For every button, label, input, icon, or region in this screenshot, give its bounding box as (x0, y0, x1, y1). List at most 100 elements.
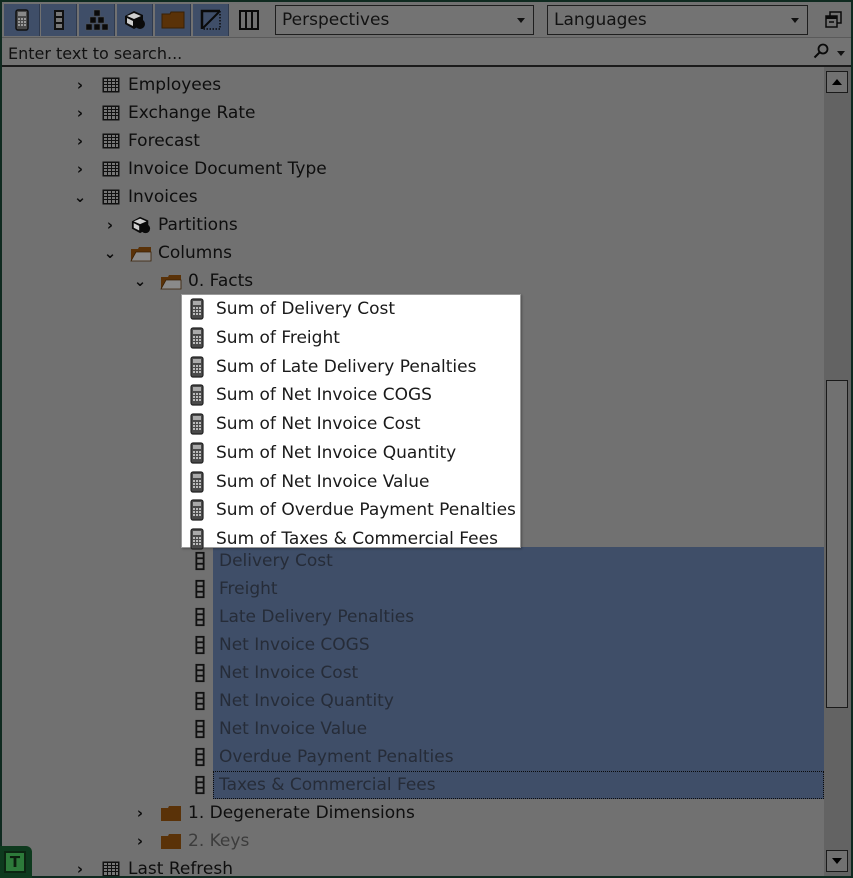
expand-chevron-icon[interactable]: › (72, 104, 88, 122)
popup-item-label: Sum of Delivery Cost (216, 299, 396, 320)
popup-item-label: Sum of Net Invoice Cost (216, 414, 421, 435)
tree-item-last-refresh[interactable]: › Last Refresh (2, 855, 824, 876)
tree-item-exchange-rate[interactable]: › Exchange Rate (2, 99, 824, 127)
expand-chevron-icon[interactable]: › (72, 860, 88, 876)
tree-item-columns[interactable]: ⌄ Columns (2, 239, 824, 267)
column-icon (188, 663, 212, 683)
tree-item-label: 2. Keys (188, 831, 250, 851)
calculator-icon (190, 327, 206, 349)
search-input[interactable] (6, 40, 800, 66)
tree-item-invoice-document-type[interactable]: › Invoice Document Type (2, 155, 824, 183)
tree-item-label: Last Refresh (128, 859, 234, 876)
scroll-up-button[interactable] (826, 71, 848, 93)
expand-chevron-icon[interactable]: › (102, 216, 118, 234)
calculator-icon (14, 9, 29, 31)
collapse-chevron-icon[interactable]: ⌄ (72, 188, 88, 206)
expand-chevron-icon[interactable]: › (72, 132, 88, 150)
column-label: Freight (219, 579, 278, 599)
popup-measure-item[interactable]: Sum of Overdue Payment Penalties (182, 496, 520, 525)
column-label: Net Invoice Value (219, 719, 368, 739)
popup-measure-item[interactable]: Sum of Delivery Cost (182, 295, 520, 324)
popup-measure-item[interactable]: Sum of Freight (182, 324, 520, 353)
search-bar (2, 37, 851, 67)
table-icon (100, 159, 122, 179)
column-icon (188, 747, 212, 767)
calculator-icon (190, 356, 206, 378)
popup-measure-item[interactable]: Sum of Net Invoice Quantity (182, 439, 520, 468)
popup-item-label: Sum of Freight (216, 328, 340, 349)
expand-chevron-icon[interactable]: › (72, 160, 88, 178)
tree-item-label: 1. Degenerate Dimensions (188, 803, 415, 823)
folder-icon (161, 11, 184, 29)
toggle-hierarchies-button[interactable] (79, 4, 115, 36)
column-label: Net Invoice Cost (219, 663, 359, 683)
column-item[interactable]: Net Invoice Value (2, 715, 824, 743)
column-item[interactable]: Late Delivery Penalties (2, 603, 824, 631)
column-item[interactable]: Freight (2, 575, 824, 603)
open-folder-icon (130, 243, 152, 263)
toggle-measures-button[interactable] (4, 4, 40, 36)
column-label: Late Delivery Penalties (219, 607, 415, 627)
tree-item-keys[interactable]: › 2. Keys (2, 827, 824, 855)
column-label: Delivery Cost (219, 551, 333, 571)
hierarchy-icon (85, 9, 108, 31)
focus-outline (213, 771, 824, 799)
expand-chevron-icon[interactable]: › (132, 832, 148, 850)
popup-item-label: Sum of Net Invoice COGS (216, 385, 432, 406)
calculator-icon (190, 470, 206, 493)
columns-view-icon (239, 10, 259, 30)
collapse-chevron-icon[interactable]: ⌄ (102, 244, 118, 262)
tree-item-label: Columns (158, 243, 232, 263)
toggle-column-view-button[interactable] (231, 4, 267, 36)
column-icon (188, 635, 212, 655)
column-item[interactable]: Net Invoice Cost (2, 659, 824, 687)
tree-item-invoices[interactable]: ⌄ Invoices (2, 183, 824, 211)
tree-item-label: Partitions (158, 215, 238, 235)
column-item[interactable]: Net Invoice Quantity (2, 687, 824, 715)
chevron-down-icon (791, 18, 799, 23)
folder-icon (160, 831, 182, 851)
popup-measure-item[interactable]: Sum of Net Invoice COGS (182, 381, 520, 410)
tree-item-employees[interactable]: › Employees (2, 71, 824, 99)
popup-measure-item[interactable]: Sum of Late Delivery Penalties (182, 352, 520, 381)
popup-measure-item[interactable]: Sum of Net Invoice Value (182, 467, 520, 496)
restore-window-icon (825, 11, 842, 28)
vertical-scrollbar[interactable] (824, 67, 851, 876)
column-item[interactable]: Overdue Payment Penalties (2, 743, 824, 771)
search-options-dropdown[interactable] (837, 51, 845, 56)
perspectives-dropdown[interactable]: Perspectives (275, 5, 534, 35)
restore-window-button[interactable] (825, 11, 843, 29)
app-badge: T (0, 846, 32, 878)
table-icon (100, 187, 122, 207)
tree-item-forecast[interactable]: › Forecast (2, 127, 824, 155)
popup-item-label: Sum of Overdue Payment Penalties (216, 500, 516, 521)
popup-item-label: Sum of Net Invoice Quantity (216, 442, 457, 463)
tabular-editor-logo-icon: T (4, 851, 26, 873)
collapse-chevron-icon[interactable]: ⌄ (132, 272, 148, 290)
toggle-display-folders-button[interactable] (155, 4, 191, 36)
toolbar: Perspectives Languages (2, 2, 851, 37)
column-item[interactable]: Net Invoice COGS (2, 631, 824, 659)
column-label: Net Invoice Quantity (219, 691, 394, 711)
column-icon (53, 10, 64, 30)
partition-icon (130, 215, 152, 235)
tree-item-partitions[interactable]: › Partitions (2, 211, 824, 239)
tree-item-facts-folder[interactable]: ⌄ 0. Facts (2, 267, 824, 295)
tree-item-degenerate-dimensions[interactable]: › 1. Degenerate Dimensions (2, 799, 824, 827)
popup-item-label: Sum of Net Invoice Value (216, 471, 430, 492)
toggle-hidden-objects-button[interactable] (193, 4, 229, 36)
languages-dropdown[interactable]: Languages (547, 5, 808, 35)
search-icon[interactable] (813, 43, 829, 63)
popup-measure-item[interactable]: Sum of Taxes & Commercial Fees (182, 525, 520, 554)
scroll-down-button[interactable] (826, 850, 848, 872)
expand-chevron-icon[interactable]: › (72, 76, 88, 94)
scroll-thumb[interactable] (826, 380, 848, 708)
toggle-partitions-button[interactable] (117, 4, 153, 36)
calculator-icon (190, 442, 206, 464)
tree-item-label: Invoices (128, 187, 198, 207)
tree-item-label: Exchange Rate (128, 103, 256, 123)
expand-chevron-icon[interactable]: › (132, 804, 148, 822)
toggle-columns-button[interactable] (41, 4, 77, 36)
column-icon (188, 579, 212, 599)
popup-measure-item[interactable]: Sum of Net Invoice Cost (182, 410, 520, 439)
